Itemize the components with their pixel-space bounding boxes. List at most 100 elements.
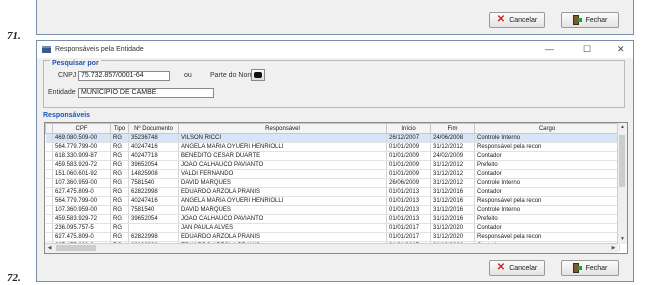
col-header-tipo[interactable]: Tipo [110, 123, 129, 134]
search-group: Pesquisar por CNPJ 75.732.857/0001-64 ou… [43, 60, 625, 108]
table-row[interactable]: 459.583.929-72 RG 39652054 JOÃO CALHAUCO PA… [45, 214, 620, 224]
cell-fim: 24/06/2008 [430, 133, 475, 143]
or-label: ou [184, 72, 192, 79]
col-header-inicio[interactable]: Início [386, 123, 431, 134]
cell-documento: 7581540 [128, 178, 179, 188]
responsaveis-window: Responsáveis pela Entidade — ☐ ✕ Pesquis… [36, 40, 634, 282]
cell-tipo: RG [110, 196, 129, 206]
cell-cargo: Contador [474, 169, 620, 179]
table-row[interactable]: 151.060.601-92 RG 14825908 VALDI FERNANDO 01… [45, 169, 620, 179]
cancel-label: Cancelar [509, 264, 538, 272]
cell-inicio: 01/01/2009 [386, 160, 431, 170]
maximize-button[interactable]: ☐ [583, 44, 591, 55]
row-header-cell[interactable] [45, 133, 53, 143]
table-row[interactable]: 459.583.929-72 RG 39652054 JOÃO CALHAUCO PA… [45, 160, 620, 170]
cell-documento [128, 223, 179, 233]
figure-number: 71. [7, 30, 21, 42]
table-row[interactable]: 469.080.509-00 RG 35236748 VILSON RICCI 26/1… [45, 133, 620, 143]
cancel-button[interactable]: ✕ Cancelar [489, 12, 545, 28]
row-header-cell[interactable] [45, 205, 53, 215]
col-header-fim[interactable]: Fim [430, 123, 475, 134]
row-header-cell[interactable] [45, 196, 53, 206]
entity-field[interactable]: MUNICIPIO DE CAMBE [78, 88, 214, 98]
header-row: CPF Tipo Nº Documento Responsável Início… [45, 123, 620, 134]
search-button[interactable] [251, 69, 265, 81]
cell-cargo: Contador [474, 151, 620, 161]
cell-inicio: 01/01/2013 [386, 187, 431, 197]
cell-responsavel: ANGELA MARIA OYUERI HENRIOLLI [178, 196, 387, 206]
cell-responsavel: EDUARDO ARZOLA PRANIS [178, 187, 387, 197]
cell-responsavel: DAVID MARQUES [178, 178, 387, 188]
row-header-cell[interactable] [45, 169, 53, 179]
col-header-cargo[interactable]: Cargo [474, 123, 620, 134]
table-row[interactable]: 107.360.959-00 RG 7581540 DAVID MARQUES 01/0… [45, 205, 620, 215]
cnpj-field[interactable]: 75.732.857/0001-64 [78, 71, 170, 81]
cell-cargo: Controle Interno [474, 205, 620, 215]
cell-tipo: RG [110, 223, 129, 233]
dialog-71: ✕ Cancelar Fechar [36, 0, 634, 35]
cell-cpf: 107.360.959-00 [52, 178, 111, 188]
table-row[interactable]: 236.095.757-5 RG JAN PAULA ALVES 01/01/2017… [45, 223, 620, 233]
cell-fim: 31/12/2012 [430, 160, 475, 170]
cell-inicio: 01/01/2017 [386, 223, 431, 233]
scroll-down-icon[interactable]: ▼ [618, 235, 627, 244]
close-window-button[interactable]: ✕ [617, 44, 625, 55]
row-header-cell[interactable] [45, 178, 53, 188]
table-row[interactable]: 627.475.809-0RG62822998EDUARDO ARZOLA PR… [45, 232, 620, 242]
scroll-right-icon[interactable]: ▶ [609, 244, 618, 253]
cell-inicio: 01/01/2013 [386, 196, 431, 206]
row-header-cell[interactable] [45, 151, 53, 161]
cell-tipo: RG [110, 142, 129, 152]
table-row[interactable]: 564.779.799-00 RG 40247416 ANGELA MARIA OYU… [45, 142, 620, 152]
cell-inicio: 01/01/2013 [386, 205, 431, 215]
close-button[interactable]: Fechar [561, 260, 619, 276]
row-header-cell[interactable] [45, 223, 53, 233]
cnpj-label: CNPJ [58, 72, 77, 79]
horizontal-scroll-thumb[interactable] [56, 245, 96, 251]
row-header-cell[interactable] [45, 160, 53, 170]
row-header-cell[interactable] [45, 142, 53, 152]
scroll-up-icon[interactable]: ▲ [618, 123, 627, 132]
vertical-scroll-thumb[interactable] [619, 135, 625, 187]
close-button[interactable]: Fechar [561, 12, 619, 28]
cell-cargo: Contador [474, 187, 620, 197]
horizontal-scrollbar[interactable]: ◀ ▶ [45, 243, 618, 253]
responsaveis-table: CPF Tipo Nº Documento Responsável Início… [45, 123, 620, 251]
cell-cpf: 627.475.809-0 [52, 187, 111, 197]
app-icon [42, 46, 51, 53]
col-header-documento[interactable]: Nº Documento [128, 123, 179, 134]
row-header-cell[interactable] [45, 232, 53, 242]
cell-documento: 62822998 [128, 187, 179, 197]
table-row[interactable]: 618.330.909-87 RG 40247718 BENEDITO CESAR D… [45, 151, 620, 161]
cancel-button[interactable]: ✕ Cancelar [489, 260, 545, 276]
cell-fim: 31/12/2020 [430, 223, 475, 233]
cell-documento: 40247718 [128, 151, 179, 161]
row-header-cell[interactable] [45, 187, 53, 197]
figure-number: 72. [7, 272, 21, 284]
scroll-left-icon[interactable]: ◀ [45, 244, 54, 253]
cell-inicio: 01/01/2009 [386, 151, 431, 161]
exit-door-icon [572, 15, 582, 25]
cell-tipo: RG [110, 169, 129, 179]
cell-cargo: Responsável pela recon [474, 142, 620, 152]
minimize-button[interactable]: — [545, 44, 554, 54]
cell-responsavel: VILSON RICCI [178, 133, 387, 143]
cell-cargo: Responsável pela recon [474, 196, 620, 206]
cell-tipo: RG [110, 187, 129, 197]
table-row[interactable]: 627.475.809-0RG62822998EDUARDO ARZOLA PR… [45, 187, 620, 197]
cell-fim: 31/12/2012 [430, 178, 475, 188]
table-row[interactable]: 564.779.799-00 RG 40247416 ANGELA MARIA OYU… [45, 196, 620, 206]
col-header-responsavel[interactable]: Responsável [178, 123, 387, 134]
responsaveis-grid[interactable]: CPF Tipo Nº Documento Responsável Início… [44, 122, 628, 254]
cell-fim: 31/12/2012 [430, 169, 475, 179]
cell-documento: 62822998 [128, 232, 179, 242]
cell-cpf: 236.095.757-5 [52, 223, 111, 233]
cell-responsavel: JOÃO CALHAUCO PAVIANTO [178, 214, 387, 224]
close-label: Fechar [585, 264, 608, 272]
vertical-scrollbar[interactable]: ▲ ▼ [617, 123, 627, 244]
row-header-cell[interactable] [45, 214, 53, 224]
col-header-cpf[interactable]: CPF [52, 123, 111, 134]
table-row[interactable]: 107.360.959-00 RG 7581540 DAVID MARQUES 26/0… [45, 178, 620, 188]
cell-fim: 31/12/2016 [430, 187, 475, 197]
cell-responsavel: VALDI FERNANDO [178, 169, 387, 179]
